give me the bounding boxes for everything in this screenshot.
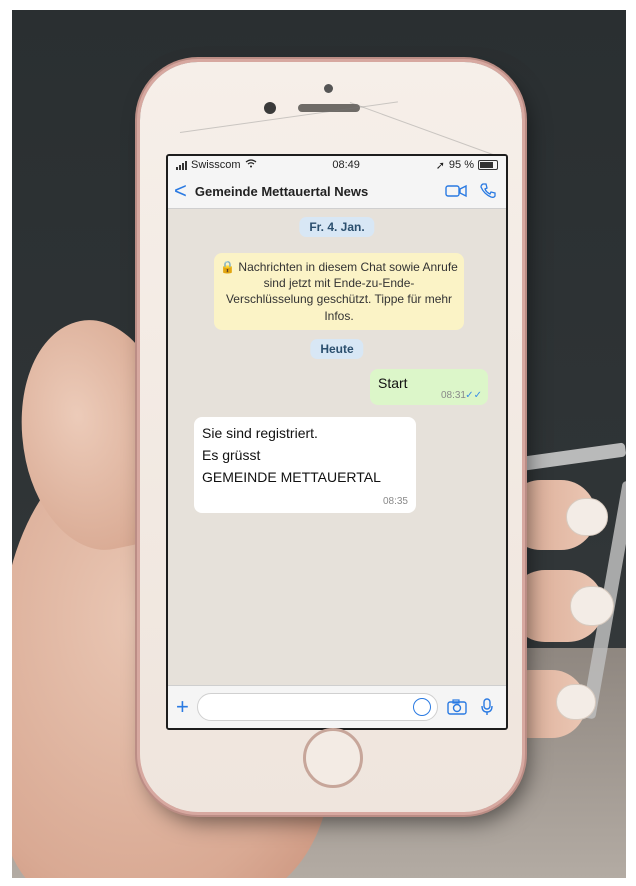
chat-header: < Gemeinde Mettauertal News: [168, 174, 506, 209]
read-receipt-icon: ✓✓: [465, 390, 482, 401]
message-input[interactable]: [196, 693, 438, 721]
railing: [515, 442, 626, 472]
smartphone: Swisscom 08:49 ➚ 95 % < Gemeinde Mettaue…: [140, 62, 522, 812]
chat-area[interactable]: Fr. 4. Jan. 🔒 Nachrichten in diesem Chat…: [168, 209, 506, 685]
date-separator-today: Heute: [310, 339, 364, 359]
encryption-notice[interactable]: 🔒 Nachrichten in diesem Chat sowie Anruf…: [214, 253, 464, 330]
video-call-icon[interactable]: [444, 182, 468, 200]
battery-percent: 95 %: [448, 159, 474, 171]
camera-icon[interactable]: [446, 696, 468, 718]
front-camera: [324, 84, 333, 93]
message-line: Es grüsst: [202, 447, 261, 463]
fingernail: [570, 586, 614, 626]
attach-plus-button[interactable]: +: [176, 694, 189, 720]
phone-screen: Swisscom 08:49 ➚ 95 % < Gemeinde Mettaue…: [166, 154, 508, 730]
signal-strength-icon: [176, 160, 187, 170]
status-bar: Swisscom 08:49 ➚ 95 %: [168, 156, 506, 174]
battery-icon: [478, 160, 498, 170]
fingernail: [556, 684, 596, 720]
message-time: 08:35: [382, 496, 408, 507]
fingernail: [566, 498, 608, 536]
message-input-bar: +: [168, 685, 506, 728]
location-arrow-icon: ➚: [435, 159, 445, 172]
proximity-sensor: [264, 102, 276, 114]
message-text: Start: [378, 375, 408, 391]
message-line: GEMEINDE METTAUERTAL: [202, 469, 381, 485]
sticker-icon[interactable]: [413, 698, 431, 716]
message-time: 08:31: [440, 390, 466, 401]
back-button[interactable]: <: [174, 180, 187, 202]
status-time: 08:49: [332, 159, 360, 171]
incoming-message[interactable]: Sie sind registriert. Es grüsst GEMEINDE…: [194, 417, 416, 513]
screen-crack: [349, 102, 501, 158]
screen-crack: [179, 101, 398, 133]
microphone-icon[interactable]: [476, 696, 498, 718]
home-button[interactable]: [303, 728, 363, 788]
message-line: Sie sind registriert.: [202, 425, 318, 441]
carrier-name: Swisscom: [191, 159, 241, 171]
outgoing-message[interactable]: Start 08:31 ✓✓: [370, 369, 488, 405]
wifi-icon: [245, 159, 257, 171]
chat-title[interactable]: Gemeinde Mettauertal News: [195, 184, 436, 199]
phone-call-icon[interactable]: [476, 182, 500, 200]
date-separator: Fr. 4. Jan.: [299, 217, 375, 237]
